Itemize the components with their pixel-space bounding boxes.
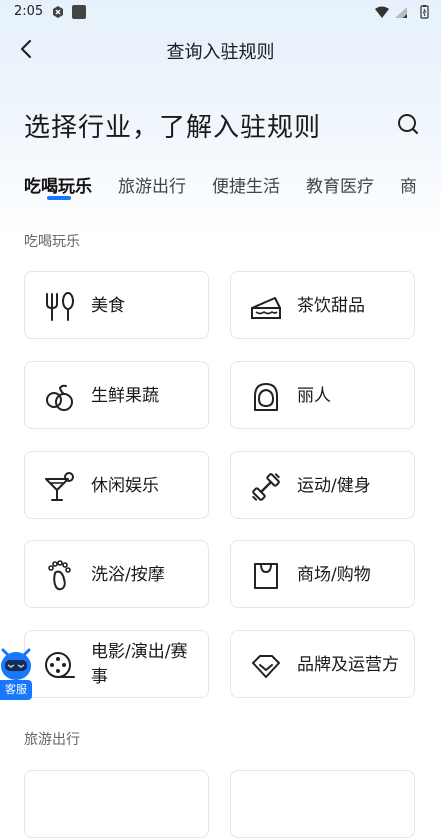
diamond-icon [252, 655, 280, 678]
beauty-icon [254, 383, 278, 411]
robot-mascot-icon [1, 648, 31, 680]
category-card-food[interactable]: 美食 [24, 271, 209, 339]
app-notification-icon [53, 6, 63, 18]
category-card-travel-2[interactable] [230, 770, 415, 838]
active-tab-indicator [47, 196, 71, 200]
shopping-bag-icon [254, 563, 278, 589]
category-label: 品牌及运营方 [297, 654, 399, 675]
search-icon[interactable] [394, 110, 422, 138]
page-title: 查询入驻规则 [166, 42, 275, 63]
wifi-signal-battery-icon [375, 5, 429, 19]
status-bar: 2:05 [0, 0, 441, 24]
category-card-beauty[interactable]: 丽人 [230, 361, 415, 429]
customer-service-label: 客服 [0, 680, 32, 700]
category-card-movie-show-event[interactable]: 电影/演出/赛事 [24, 630, 209, 698]
category-card-tea-dessert[interactable]: 茶饮甜品 [230, 271, 415, 339]
tab-food-entertainment[interactable]: 吃喝玩乐 [24, 172, 92, 197]
category-tabs: 吃喝玩乐 旅游出行 便捷生活 教育医疗 商 [0, 170, 441, 206]
category-card-mall-shopping[interactable]: 商场/购物 [230, 540, 415, 608]
category-card-travel-1[interactable] [24, 770, 209, 838]
footprint-icon [48, 560, 71, 591]
category-label: 丽人 [297, 385, 331, 406]
film-reel-icon [45, 652, 75, 678]
category-card-bath-massage[interactable]: 洗浴/按摩 [24, 540, 209, 608]
app-notification-icon-2 [72, 5, 86, 19]
section-title-food: 吃喝玩乐 [24, 234, 80, 250]
tab-business[interactable]: 商 [400, 172, 417, 197]
category-label: 茶饮甜品 [297, 295, 365, 316]
category-card-sports-fitness[interactable]: 运动/健身 [230, 451, 415, 519]
category-label: 生鲜果蔬 [91, 385, 159, 406]
dumbbell-icon [252, 473, 280, 501]
category-card-fresh-produce[interactable]: 生鲜果蔬 [24, 361, 209, 429]
tab-convenience-life[interactable]: 便捷生活 [212, 172, 280, 197]
category-card-leisure[interactable]: 休闲娱乐 [24, 451, 209, 519]
tab-education-medical[interactable]: 教育医疗 [306, 172, 374, 197]
category-label: 美食 [91, 295, 125, 316]
cake-icon [251, 297, 281, 319]
category-label: 电影/演出/赛事 [91, 642, 188, 687]
utensils-icon [46, 292, 74, 321]
cocktail-icon [45, 472, 74, 501]
category-label: 洗浴/按摩 [91, 564, 165, 585]
status-time: 2:05 [14, 4, 44, 19]
category-label: 商场/购物 [297, 564, 371, 585]
customer-service-button[interactable]: 客服 [0, 644, 32, 700]
category-card-brand-operator[interactable]: 品牌及运营方 [230, 630, 415, 698]
category-label: 休闲娱乐 [91, 475, 159, 496]
category-label: 运动/健身 [297, 475, 371, 496]
section-title-travel: 旅游出行 [24, 732, 80, 748]
fruit-icon [46, 384, 73, 411]
headline: 选择行业，了解入驻规则 [24, 113, 322, 143]
tab-travel[interactable]: 旅游出行 [118, 172, 186, 197]
